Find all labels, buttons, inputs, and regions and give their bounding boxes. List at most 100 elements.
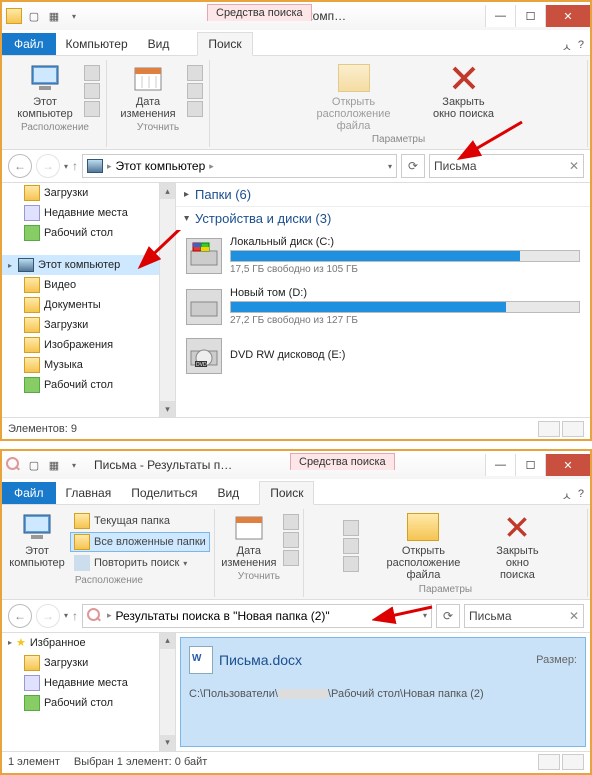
- clear-search-icon[interactable]: ✕: [569, 609, 579, 623]
- nav-history-dropdown[interactable]: ▾: [64, 162, 68, 171]
- tab-file[interactable]: Файл: [2, 482, 56, 504]
- dropdown-icon[interactable]: ▾: [183, 559, 187, 568]
- maximize-button[interactable]: ☐: [515, 454, 545, 476]
- tab-view[interactable]: Вид: [138, 33, 180, 55]
- breadcrumb[interactable]: ▸ Этот компьютер ▸ ▾: [82, 154, 397, 178]
- refresh-button[interactable]: ⟳: [436, 604, 460, 628]
- nav-up-button[interactable]: ↑: [72, 159, 78, 173]
- view-details-button[interactable]: [538, 754, 560, 770]
- refresh-button[interactable]: ⟳: [401, 154, 425, 178]
- devices-header[interactable]: ▸Устройства и диски (3): [176, 207, 590, 230]
- nav-up-button[interactable]: ↑: [72, 609, 78, 623]
- scroll-down-icon[interactable]: ▾: [160, 401, 175, 417]
- qat-dropdown-icon[interactable]: ▾: [66, 457, 82, 473]
- ribbon-collapse-icon[interactable]: ㅅ: [562, 39, 572, 55]
- new-folder-icon[interactable]: ▦: [46, 457, 62, 473]
- chevron-down-icon[interactable]: ▸: [181, 216, 192, 221]
- date-modified-button[interactable]: Дата изменения: [113, 62, 183, 120]
- close-button[interactable]: ✕: [545, 5, 590, 27]
- tree-item-desktop[interactable]: Рабочий стол: [2, 223, 175, 243]
- breadcrumb-segment[interactable]: Результаты поиска в "Новая папка (2)": [116, 609, 330, 623]
- close-search-button[interactable]: Закрыть окно поиска: [429, 62, 499, 132]
- param-option-icon[interactable]: [343, 556, 359, 572]
- breadcrumb-segment[interactable]: Этот компьютер: [116, 159, 206, 173]
- new-folder-icon[interactable]: ▦: [46, 8, 62, 24]
- location-option-icon[interactable]: [84, 65, 100, 81]
- scroll-down-icon[interactable]: ▾: [160, 735, 175, 751]
- chevron-right-icon[interactable]: ▸: [184, 189, 189, 200]
- refine-option-icon[interactable]: [187, 101, 203, 117]
- breadcrumb[interactable]: ▸ Результаты поиска в "Новая папка (2)" …: [82, 604, 432, 628]
- drive-item[interactable]: DVD DVD RW дисковод (E:): [176, 332, 590, 380]
- ribbon-collapse-icon[interactable]: ㅅ: [562, 488, 572, 504]
- this-pc-button[interactable]: Этот компьютер: [8, 511, 66, 569]
- content-pane[interactable]: ▸Папки (6) ▸Устройства и диски (3) Локал…: [176, 183, 590, 417]
- scroll-up-icon[interactable]: ▴: [160, 183, 175, 199]
- chevron-right-icon[interactable]: ▸: [107, 161, 112, 172]
- chevron-right-icon[interactable]: ▸: [107, 610, 112, 621]
- drive-item[interactable]: Локальный диск (C:) 17,5 ГБ свободно из …: [176, 230, 590, 281]
- nav-back-button[interactable]: ←: [8, 154, 32, 178]
- folders-header[interactable]: ▸Папки (6): [176, 183, 590, 207]
- expand-icon[interactable]: ▸: [8, 261, 12, 270]
- scroll-up-icon[interactable]: ▴: [160, 633, 175, 649]
- navigation-pane[interactable]: ▸★Избранное Загрузки Недавние места Рабо…: [2, 633, 176, 751]
- tree-item-music[interactable]: Музыка: [2, 355, 175, 375]
- breadcrumb-dropdown-icon[interactable]: ▾: [423, 611, 427, 620]
- param-option-icon[interactable]: [343, 520, 359, 536]
- tree-item-downloads[interactable]: Загрузки: [2, 653, 175, 673]
- refine-option-icon[interactable]: [283, 550, 299, 566]
- qat-dropdown-icon[interactable]: ▾: [66, 8, 82, 24]
- tree-item-recent[interactable]: Недавние места: [2, 203, 175, 223]
- date-modified-button[interactable]: Дата изменения: [219, 511, 279, 569]
- search-result-item[interactable]: Письма.docx Размер: C:\Пользователи\\Раб…: [180, 637, 586, 747]
- search-input[interactable]: Письма ✕: [429, 154, 584, 178]
- help-icon[interactable]: ?: [578, 39, 584, 55]
- view-details-button[interactable]: [538, 421, 560, 437]
- tree-scrollbar[interactable]: ▴▾: [159, 183, 175, 417]
- tree-item-desktop2[interactable]: Рабочий стол: [2, 375, 175, 395]
- breadcrumb-dropdown-icon[interactable]: ▾: [388, 162, 392, 171]
- tree-item-this-pc[interactable]: ▸Этот компьютер: [2, 255, 175, 275]
- tab-share[interactable]: Поделиться: [121, 482, 207, 504]
- minimize-button[interactable]: —: [485, 454, 515, 476]
- this-pc-button[interactable]: Этот компьютер: [10, 62, 80, 120]
- properties-icon[interactable]: ▢: [26, 457, 42, 473]
- tree-item-documents[interactable]: Документы: [2, 295, 175, 315]
- tree-item-recent[interactable]: Недавние места: [2, 673, 175, 693]
- maximize-button[interactable]: ☐: [515, 5, 545, 27]
- expand-icon[interactable]: ▸: [8, 638, 12, 647]
- view-icons-button[interactable]: [562, 754, 584, 770]
- tree-item-downloads2[interactable]: Загрузки: [2, 315, 175, 335]
- properties-icon[interactable]: ▢: [26, 8, 42, 24]
- close-search-button[interactable]: Закрыть окно поиска: [487, 511, 547, 581]
- tree-item-pictures[interactable]: Изображения: [2, 335, 175, 355]
- search-again-button[interactable]: Повторить поиск▾: [70, 553, 210, 573]
- tab-search[interactable]: Поиск: [259, 481, 314, 505]
- nav-history-dropdown[interactable]: ▾: [64, 611, 68, 620]
- tree-item-downloads[interactable]: Загрузки: [2, 183, 175, 203]
- chevron-right-icon[interactable]: ▸: [209, 161, 214, 172]
- tree-scrollbar[interactable]: ▴▾: [159, 633, 175, 751]
- close-button[interactable]: ✕: [545, 454, 590, 476]
- location-option-icon[interactable]: [84, 101, 100, 117]
- param-option-icon[interactable]: [343, 538, 359, 554]
- location-option-icon[interactable]: [84, 83, 100, 99]
- tab-view[interactable]: Вид: [207, 482, 249, 504]
- all-subfolders-button[interactable]: Все вложенные папки: [70, 532, 210, 552]
- tree-item-favorites[interactable]: ▸★Избранное: [2, 633, 175, 653]
- refine-option-icon[interactable]: [187, 65, 203, 81]
- help-icon[interactable]: ?: [578, 488, 584, 504]
- refine-option-icon[interactable]: [283, 532, 299, 548]
- refine-option-icon[interactable]: [187, 83, 203, 99]
- search-input[interactable]: Письма ✕: [464, 604, 584, 628]
- tab-file[interactable]: Файл: [2, 33, 56, 55]
- nav-back-button[interactable]: ←: [8, 604, 32, 628]
- tab-computer[interactable]: Компьютер: [56, 33, 138, 55]
- clear-search-icon[interactable]: ✕: [569, 159, 579, 173]
- tree-item-desktop[interactable]: Рабочий стол: [2, 693, 175, 713]
- tab-search[interactable]: Поиск: [197, 32, 252, 56]
- navigation-pane[interactable]: Загрузки Недавние места Рабочий стол ▸Эт…: [2, 183, 176, 417]
- tree-item-videos[interactable]: Видео: [2, 275, 175, 295]
- current-folder-button[interactable]: Текущая папка: [70, 511, 210, 531]
